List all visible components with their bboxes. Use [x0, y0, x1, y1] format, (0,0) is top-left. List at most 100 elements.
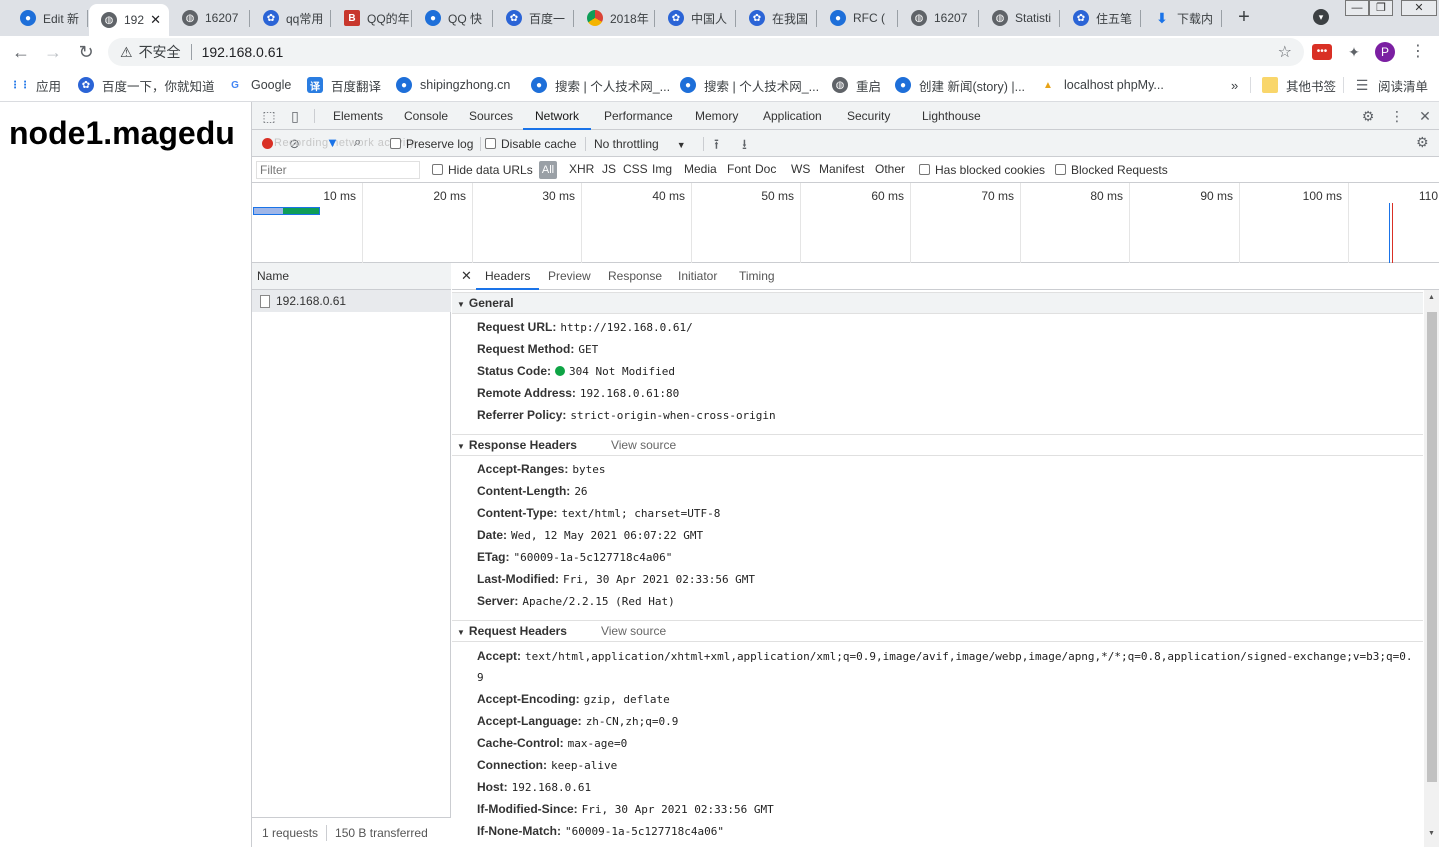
- close-devtools-icon[interactable]: ✕: [1416, 107, 1434, 125]
- detail-tab-initiator[interactable]: Initiator: [678, 263, 717, 290]
- settings-gear-icon[interactable]: ⚙: [1359, 107, 1377, 125]
- view-source-link[interactable]: View source: [611, 438, 676, 452]
- tab-8[interactable]: ✿ 中国人: [656, 3, 736, 33]
- detail-tab-headers[interactable]: Headers: [476, 263, 540, 290]
- preserve-log-checkbox[interactable]: Preserve log: [390, 137, 473, 151]
- detail-tab-timing[interactable]: Timing: [739, 263, 775, 290]
- type-filter-img[interactable]: Img: [652, 162, 672, 176]
- devtools-tab-lighthouse[interactable]: Lighthouse: [922, 102, 981, 130]
- search-icon[interactable]: ⌕: [354, 134, 361, 150]
- general-section-header[interactable]: ▼ General: [452, 292, 1423, 314]
- tab-7[interactable]: 2018年: [575, 3, 655, 33]
- bookmark-1[interactable]: ✿ 百度一下，你就知道: [78, 76, 215, 94]
- other-bookmarks[interactable]: 其他书签: [1262, 76, 1336, 94]
- bookmark-5[interactable]: ● 搜索 | 个人技术网_...: [531, 76, 670, 94]
- bookmarks-more-button[interactable]: »: [1231, 76, 1238, 94]
- security-label[interactable]: 不安全: [139, 42, 181, 62]
- reading-list[interactable]: ☰ 阅读清单: [1354, 76, 1428, 94]
- detail-tab-preview[interactable]: Preview: [548, 263, 591, 290]
- devtools-tab-application[interactable]: Application: [763, 102, 822, 130]
- type-filter-ws[interactable]: WS: [791, 162, 810, 176]
- import-har-icon[interactable]: ⭱: [714, 134, 719, 158]
- back-icon[interactable]: ←: [9, 40, 33, 64]
- type-filter-other[interactable]: Other: [875, 162, 905, 176]
- devtools-tab-memory[interactable]: Memory: [695, 102, 738, 130]
- tab-2[interactable]: ◍ 16207: [170, 3, 250, 33]
- network-settings-gear-icon[interactable]: ⚙: [1416, 134, 1429, 151]
- blocked-requests-checkbox[interactable]: Blocked Requests: [1055, 163, 1168, 177]
- tab-13[interactable]: ✿ 住五笔: [1061, 3, 1141, 33]
- url-text[interactable]: 192.168.0.61: [202, 44, 284, 60]
- tab-9[interactable]: ✿ 在我国: [737, 3, 817, 33]
- inspect-element-icon[interactable]: ⬚: [260, 107, 278, 125]
- type-filter-manifest[interactable]: Manifest: [819, 162, 864, 176]
- filter-funnel-icon[interactable]: ▼: [326, 135, 339, 150]
- bookmark-6[interactable]: ● 搜索 | 个人技术网_...: [680, 76, 819, 94]
- close-detail-icon[interactable]: ✕: [461, 268, 472, 284]
- tab-5[interactable]: ● QQ 快: [413, 3, 493, 33]
- export-har-icon[interactable]: ⭳: [742, 134, 747, 158]
- checkbox[interactable]: [1055, 164, 1066, 175]
- response-headers-section-header[interactable]: ▼ Response Headers View source: [452, 434, 1423, 456]
- minimize-button[interactable]: —: [1345, 0, 1369, 16]
- tab-11[interactable]: ◍ 16207: [899, 3, 979, 33]
- type-filter-css[interactable]: CSS: [623, 162, 648, 176]
- tab-12[interactable]: ◍ Statisti: [980, 3, 1060, 33]
- type-filter-all[interactable]: All: [539, 161, 557, 179]
- detail-tab-response[interactable]: Response: [608, 263, 662, 290]
- close-window-button[interactable]: ✕: [1401, 0, 1437, 16]
- clear-icon[interactable]: ⊘: [289, 136, 300, 152]
- hide-data-urls-checkbox[interactable]: Hide data URLs: [432, 163, 533, 177]
- bookmark-2[interactable]: G Google: [227, 76, 291, 94]
- checkbox[interactable]: [919, 164, 930, 175]
- tab-search-icon[interactable]: ▾: [1313, 9, 1329, 25]
- devtools-tab-sources[interactable]: Sources: [469, 102, 513, 130]
- scrollbar-thumb[interactable]: [1427, 312, 1437, 782]
- forward-icon[interactable]: →: [41, 40, 65, 64]
- close-tab-icon[interactable]: ✕: [150, 12, 161, 28]
- view-source-link[interactable]: View source: [601, 624, 666, 638]
- menu-kebab-icon[interactable]: ⋮: [1408, 42, 1428, 62]
- bookmark-9[interactable]: ▲ localhost phpMy...: [1040, 76, 1164, 94]
- bookmark-3[interactable]: 译百度翻译: [307, 76, 381, 94]
- reload-icon[interactable]: ↻: [74, 40, 98, 64]
- checkbox[interactable]: [485, 138, 496, 149]
- bookmark-star-icon[interactable]: ☆: [1278, 42, 1292, 62]
- avatar[interactable]: P: [1375, 42, 1395, 62]
- checkbox[interactable]: [432, 164, 443, 175]
- scroll-up-icon[interactable]: ▲: [1428, 294, 1435, 301]
- type-filter-js[interactable]: JS: [602, 162, 616, 176]
- request-headers-section-header[interactable]: ▼ Request Headers View source: [452, 620, 1423, 642]
- throttling-select[interactable]: No throttling ▼: [594, 137, 686, 151]
- devtools-tab-elements[interactable]: Elements: [333, 102, 383, 130]
- tab-4[interactable]: B QQ的年: [332, 3, 412, 33]
- tab-0[interactable]: ● Edit 新: [8, 3, 88, 33]
- type-filter-font[interactable]: Font: [727, 162, 751, 176]
- maximize-button[interactable]: ❐: [1369, 0, 1393, 16]
- disable-cache-checkbox[interactable]: Disable cache: [485, 137, 576, 151]
- tab-1[interactable]: ◍ 192 ✕: [89, 4, 169, 36]
- extension-icon[interactable]: •••: [1312, 44, 1332, 60]
- devtools-tab-network[interactable]: Network: [523, 102, 592, 130]
- tab-6[interactable]: ✿ 百度一: [494, 3, 574, 33]
- type-filter-media[interactable]: Media: [684, 162, 717, 176]
- record-icon[interactable]: [262, 138, 273, 149]
- devtools-menu-icon[interactable]: ⋮: [1388, 107, 1406, 125]
- has-blocked-cookies-checkbox[interactable]: Has blocked cookies: [919, 163, 1045, 177]
- warning-icon[interactable]: ⚠: [120, 44, 133, 61]
- devtools-tab-performance[interactable]: Performance: [604, 102, 673, 130]
- tab-14[interactable]: ⬇ 下载内: [1142, 3, 1222, 33]
- device-toolbar-icon[interactable]: ▯: [286, 107, 304, 125]
- bookmark-4[interactable]: ● shipingzhong.cn: [396, 76, 510, 94]
- filter-input[interactable]: Filter: [256, 161, 420, 179]
- scrollbar[interactable]: ▲ ▼: [1424, 290, 1439, 847]
- request-row[interactable]: 192.168.0.61: [252, 290, 451, 312]
- checkbox[interactable]: [390, 138, 401, 149]
- type-filter-xhr[interactable]: XHR: [569, 162, 594, 176]
- devtools-tab-console[interactable]: Console: [404, 102, 448, 130]
- tab-3[interactable]: ✿ qq常用: [251, 3, 331, 33]
- scroll-down-icon[interactable]: ▼: [1428, 830, 1435, 837]
- type-filter-doc[interactable]: Doc: [755, 162, 776, 176]
- new-tab-button[interactable]: +: [1233, 6, 1255, 28]
- address-bar[interactable]: ⚠ 不安全 192.168.0.61 ☆: [108, 38, 1304, 66]
